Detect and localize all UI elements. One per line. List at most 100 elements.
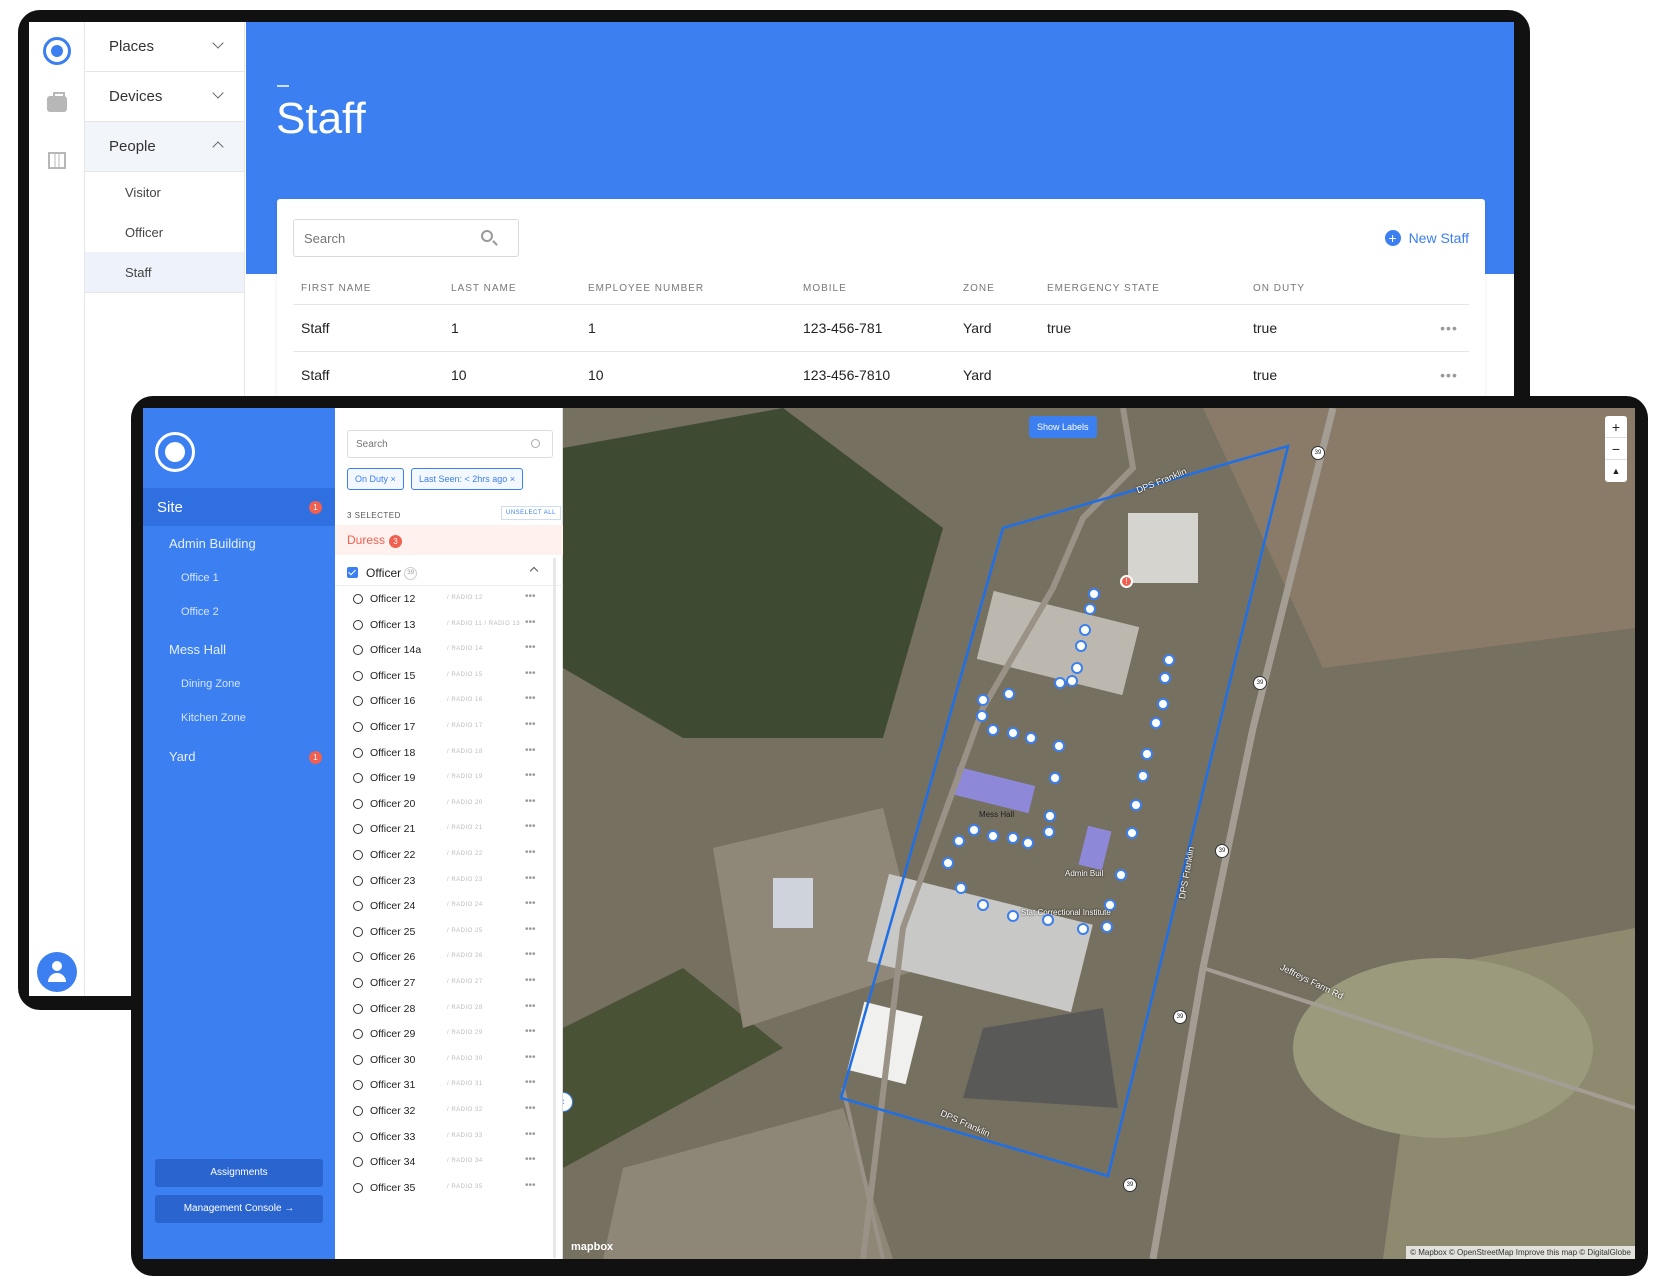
col-on-duty[interactable]: ON DUTY bbox=[1245, 267, 1429, 305]
list-item[interactable]: Officer 17 / RADIO 17 ••• bbox=[335, 714, 555, 740]
zoom-in-button[interactable]: + bbox=[1605, 416, 1627, 438]
nav-devices[interactable]: Devices bbox=[85, 72, 244, 122]
col-first-name[interactable]: FIRST NAME bbox=[293, 267, 443, 305]
app-logo-icon[interactable] bbox=[155, 432, 195, 472]
officer-menu-icon[interactable]: ••• bbox=[525, 693, 536, 704]
officer-menu-icon[interactable]: ••• bbox=[525, 898, 536, 909]
zone-yard[interactable]: Yard bbox=[169, 749, 196, 764]
compass-icon[interactable]: ▲ bbox=[1605, 460, 1627, 482]
officer-menu-icon[interactable]: ••• bbox=[525, 1180, 536, 1191]
management-console-button[interactable]: Management Console → bbox=[155, 1195, 323, 1223]
officer-marker-icon[interactable] bbox=[1007, 832, 1019, 844]
officer-menu-icon[interactable]: ••• bbox=[525, 642, 536, 653]
officer-marker-icon[interactable] bbox=[1157, 698, 1169, 710]
officer-marker-icon[interactable] bbox=[1088, 588, 1100, 600]
list-item[interactable]: Officer 26 / RADIO 26 ••• bbox=[335, 944, 555, 970]
list-scrollbar[interactable] bbox=[553, 558, 556, 1258]
map-attribution[interactable]: © Mapbox © OpenStreetMap Improve this ma… bbox=[1406, 1246, 1635, 1259]
table-row[interactable]: Staff 1 1 123-456-781 Yard true true ••• bbox=[293, 304, 1469, 352]
officer-menu-icon[interactable]: ••• bbox=[525, 1001, 536, 1012]
list-item[interactable]: Officer 34 / RADIO 34 ••• bbox=[335, 1149, 555, 1175]
briefcase-icon[interactable] bbox=[47, 92, 67, 112]
officer-menu-icon[interactable]: ••• bbox=[525, 1026, 536, 1037]
col-employee-number[interactable]: EMPLOYEE NUMBER bbox=[580, 267, 795, 305]
list-item[interactable]: Officer 13 / RADIO 11 / RADIO 13 ••• bbox=[335, 612, 555, 638]
officer-menu-icon[interactable]: ••• bbox=[525, 1077, 536, 1088]
officer-marker-icon[interactable] bbox=[1049, 772, 1061, 784]
officer-menu-icon[interactable]: ••• bbox=[525, 847, 536, 858]
officer-marker-icon[interactable] bbox=[1079, 624, 1091, 636]
filter-chip-last-seen[interactable]: Last Seen: < 2hrs ago × bbox=[411, 468, 524, 490]
officer-marker-icon[interactable] bbox=[968, 824, 980, 836]
officer-menu-icon[interactable]: ••• bbox=[525, 1052, 536, 1063]
list-item[interactable]: Officer 20 / RADIO 20 ••• bbox=[335, 791, 555, 817]
nav-sub-staff[interactable]: Staff bbox=[85, 252, 244, 292]
list-item[interactable]: Officer 27 / RADIO 27 ••• bbox=[335, 970, 555, 996]
officer-marker-icon[interactable] bbox=[1071, 662, 1083, 674]
officer-menu-icon[interactable]: ••• bbox=[525, 591, 536, 602]
officer-marker-icon[interactable] bbox=[1126, 827, 1138, 839]
col-emergency-state[interactable]: EMERGENCY STATE bbox=[1039, 267, 1245, 305]
officer-menu-icon[interactable]: ••• bbox=[525, 975, 536, 986]
officer-marker-icon[interactable] bbox=[953, 835, 965, 847]
list-item[interactable]: Officer 23 / RADIO 23 ••• bbox=[335, 868, 555, 894]
officer-marker-icon[interactable] bbox=[1007, 910, 1019, 922]
list-item[interactable]: Officer 25 / RADIO 25 ••• bbox=[335, 919, 555, 945]
officer-menu-icon[interactable]: ••• bbox=[525, 1129, 536, 1140]
group-checkbox[interactable] bbox=[347, 567, 358, 578]
row-menu-icon[interactable]: ••• bbox=[1429, 351, 1469, 399]
zone-dining[interactable]: Dining Zone bbox=[181, 678, 240, 690]
col-mobile[interactable]: MOBILE bbox=[795, 267, 955, 305]
unselect-all-button[interactable]: UNSELECT ALL bbox=[501, 506, 561, 520]
table-row[interactable]: Staff 10 10 123-456-7810 Yard true ••• bbox=[293, 351, 1469, 399]
zone-kitchen[interactable]: Kitchen Zone bbox=[181, 712, 246, 724]
site-map[interactable]: DPS Franklin DPS Franklin DPS Franklin Jeff… bbox=[563, 408, 1635, 1259]
officer-menu-icon[interactable]: ••• bbox=[525, 924, 536, 935]
officer-marker-icon[interactable] bbox=[1043, 826, 1055, 838]
officer-marker-icon[interactable] bbox=[1054, 677, 1066, 689]
list-item[interactable]: Officer 15 / RADIO 15 ••• bbox=[335, 663, 555, 689]
zone-admin-building[interactable]: Admin Building bbox=[169, 536, 256, 551]
officer-marker-icon[interactable] bbox=[1101, 921, 1113, 933]
officer-marker-icon[interactable] bbox=[1115, 869, 1127, 881]
zone-mess-hall[interactable]: Mess Hall bbox=[169, 642, 226, 657]
col-zone[interactable]: ZONE bbox=[955, 267, 1039, 305]
list-item[interactable]: Officer 21 / RADIO 21 ••• bbox=[335, 816, 555, 842]
officer-marker-icon[interactable] bbox=[1022, 837, 1034, 849]
list-item[interactable]: Officer 30 / RADIO 30 ••• bbox=[335, 1047, 555, 1073]
nav-places[interactable]: Places bbox=[85, 22, 244, 72]
officer-marker-icon[interactable] bbox=[1053, 740, 1065, 752]
duress-marker-icon[interactable]: ! bbox=[1120, 575, 1133, 588]
list-item[interactable]: Officer 19 / RADIO 19 ••• bbox=[335, 765, 555, 791]
new-staff-button[interactable]: + New Staff bbox=[1384, 230, 1469, 246]
list-item[interactable]: Officer 32 / RADIO 32 ••• bbox=[335, 1098, 555, 1124]
row-menu-icon[interactable]: ••• bbox=[1429, 304, 1469, 352]
officer-marker-icon[interactable] bbox=[977, 694, 989, 706]
officer-marker-icon[interactable] bbox=[1066, 675, 1078, 687]
list-item[interactable]: Officer 35 / RADIO 35 ••• bbox=[335, 1175, 555, 1201]
officer-marker-icon[interactable] bbox=[942, 857, 954, 869]
list-item[interactable]: Officer 14a / RADIO 14 ••• bbox=[335, 637, 555, 663]
officer-menu-icon[interactable]: ••• bbox=[525, 796, 536, 807]
officer-menu-icon[interactable]: ••• bbox=[525, 668, 536, 679]
officer-marker-icon[interactable] bbox=[1044, 810, 1056, 822]
map-icon[interactable] bbox=[48, 152, 66, 169]
officer-marker-icon[interactable] bbox=[1007, 727, 1019, 739]
officer-menu-icon[interactable]: ••• bbox=[525, 821, 536, 832]
officer-menu-icon[interactable]: ••• bbox=[525, 745, 536, 756]
officer-menu-icon[interactable]: ••• bbox=[525, 1154, 536, 1165]
filter-chip-on-duty[interactable]: On Duty × bbox=[347, 468, 404, 490]
officer-menu-icon[interactable]: ••• bbox=[525, 719, 536, 730]
nav-sub-officer[interactable]: Officer bbox=[85, 212, 244, 252]
list-item[interactable]: Officer 16 / RADIO 16 ••• bbox=[335, 688, 555, 714]
officer-marker-icon[interactable] bbox=[955, 882, 967, 894]
assignments-button[interactable]: Assignments bbox=[155, 1159, 323, 1187]
officer-marker-icon[interactable] bbox=[976, 710, 988, 722]
list-item[interactable]: Officer 31 / RADIO 31 ••• bbox=[335, 1072, 555, 1098]
officer-group-header[interactable]: Officer 39 bbox=[335, 558, 563, 586]
officer-marker-icon[interactable] bbox=[987, 830, 999, 842]
nav-sub-visitor[interactable]: Visitor bbox=[85, 172, 244, 212]
list-item[interactable]: Officer 22 / RADIO 22 ••• bbox=[335, 842, 555, 868]
officer-marker-icon[interactable] bbox=[1025, 732, 1037, 744]
officer-menu-icon[interactable]: ••• bbox=[525, 873, 536, 884]
